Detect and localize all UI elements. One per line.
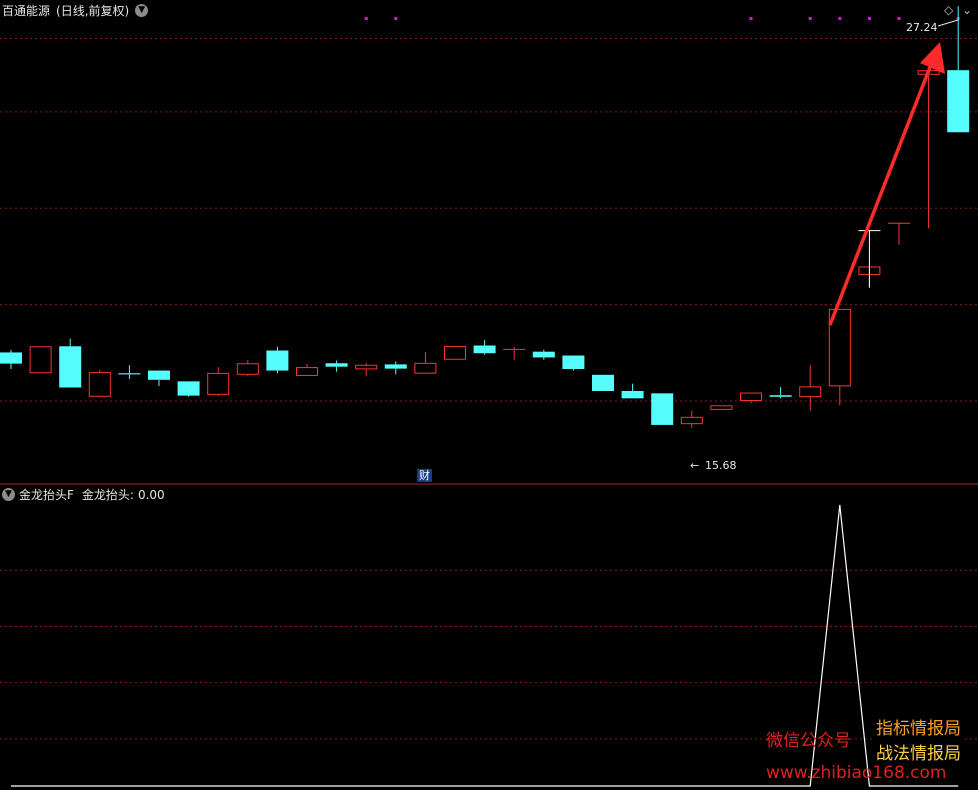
candle-up xyxy=(88,369,111,397)
chart-canvas: 27.24 ← 15.68 ◇ ⌄ xyxy=(0,3,978,787)
finance-badge[interactable]: 财 xyxy=(417,469,432,482)
candle-body xyxy=(355,364,378,370)
candle-up xyxy=(236,360,259,376)
candle-up xyxy=(888,222,910,245)
chevron-down-icon[interactable]: ⌄ xyxy=(962,3,972,17)
trend-arrow xyxy=(828,19,959,326)
signal-marker xyxy=(394,17,398,20)
indicator-name[interactable]: 金龙抬头F xyxy=(19,486,74,503)
candle-up xyxy=(799,365,822,411)
candle-down xyxy=(59,338,82,388)
candle-body xyxy=(236,363,259,375)
signal-marker xyxy=(749,17,753,20)
candle-body xyxy=(88,372,111,397)
candle-body xyxy=(621,390,644,399)
low-arrow-icon: ← xyxy=(690,459,699,472)
candle-body xyxy=(710,405,733,410)
arrow-shaft xyxy=(828,61,934,326)
candle-down xyxy=(947,6,970,133)
signal-marker xyxy=(364,17,368,20)
chart-title-bar: 百通能源 (日线,前复权) ▼ xyxy=(2,2,149,19)
candle-body xyxy=(947,70,970,133)
signal-markers xyxy=(364,17,960,20)
candle-down xyxy=(532,349,555,360)
candle-body xyxy=(473,345,496,354)
candle-down xyxy=(384,361,407,375)
candle-up xyxy=(710,405,733,410)
candle-down xyxy=(621,383,644,399)
candle-body xyxy=(414,362,437,374)
signal-marker xyxy=(808,17,812,20)
indicator-value: 0.00 xyxy=(137,487,165,502)
candle-body xyxy=(680,416,703,425)
signal-marker xyxy=(838,17,842,20)
candle-up xyxy=(740,392,762,404)
high-leader-line xyxy=(937,19,959,27)
indicator-title-bar: ▼ 金龙抬头F 金龙抬头: 0.00 xyxy=(2,486,165,503)
candle-body xyxy=(207,372,230,395)
indicator-series-label: 金龙抬头: xyxy=(81,488,134,502)
candle-body xyxy=(266,350,289,371)
watermark-brand-1: 指标情报局 xyxy=(874,714,963,739)
arrow-head xyxy=(920,42,945,74)
candle-body xyxy=(177,381,200,396)
candle-body xyxy=(651,393,674,425)
candle-down xyxy=(562,355,585,371)
candle-up xyxy=(355,362,378,376)
candle-body xyxy=(0,352,22,364)
period-label: (日线,前复权) xyxy=(56,4,130,18)
low-label: 15.68 xyxy=(705,459,737,472)
indicator-gridlines xyxy=(0,569,978,740)
candle-up xyxy=(207,367,230,397)
signal-marker xyxy=(867,17,871,20)
watermark-wechat: 微信公众号 xyxy=(766,731,851,751)
signal-marker xyxy=(897,17,901,20)
candle-down xyxy=(769,387,792,399)
candle-body xyxy=(562,355,585,370)
candle-down xyxy=(473,340,496,355)
candle-up xyxy=(680,410,703,429)
candle-body xyxy=(592,374,614,391)
candle-body xyxy=(769,395,792,397)
candlestick-series xyxy=(0,6,970,429)
candle-down xyxy=(592,374,614,391)
high-label: 27.24 xyxy=(906,21,938,34)
candle-up xyxy=(414,352,437,374)
candle-body xyxy=(444,345,466,360)
candle-body xyxy=(532,351,555,358)
stock-name: 百通能源 xyxy=(2,4,51,18)
candle-body xyxy=(384,364,407,369)
candle-body xyxy=(296,367,318,376)
candle-down xyxy=(325,360,348,372)
candle-body xyxy=(148,370,170,380)
candle-body xyxy=(29,346,52,374)
candle-down xyxy=(177,381,200,397)
candle-up xyxy=(296,364,318,376)
candle-down xyxy=(118,365,141,380)
candle-down xyxy=(0,349,22,370)
candle-up xyxy=(29,346,52,374)
diamond-icon[interactable]: ◇ xyxy=(944,3,954,17)
candle-body xyxy=(740,392,762,402)
candle-up xyxy=(503,346,526,360)
candle-body xyxy=(118,373,141,375)
candle-down xyxy=(266,346,289,374)
candle-body xyxy=(59,346,82,388)
candle-down xyxy=(651,393,674,425)
chevron-down-icon[interactable]: ▼ xyxy=(2,488,15,501)
low-annotation: ← 15.68 xyxy=(690,459,737,472)
high-annotation: 27.24 xyxy=(906,21,938,34)
candle-up xyxy=(444,345,466,360)
candle-down xyxy=(148,370,170,386)
candle-body xyxy=(325,363,348,367)
watermark-brand-2: 战法情报局 xyxy=(874,739,963,764)
watermark-url: www.zhibiao168.com xyxy=(766,763,947,783)
chevron-down-icon[interactable]: ▼ xyxy=(135,4,149,17)
candle-body xyxy=(799,386,822,398)
